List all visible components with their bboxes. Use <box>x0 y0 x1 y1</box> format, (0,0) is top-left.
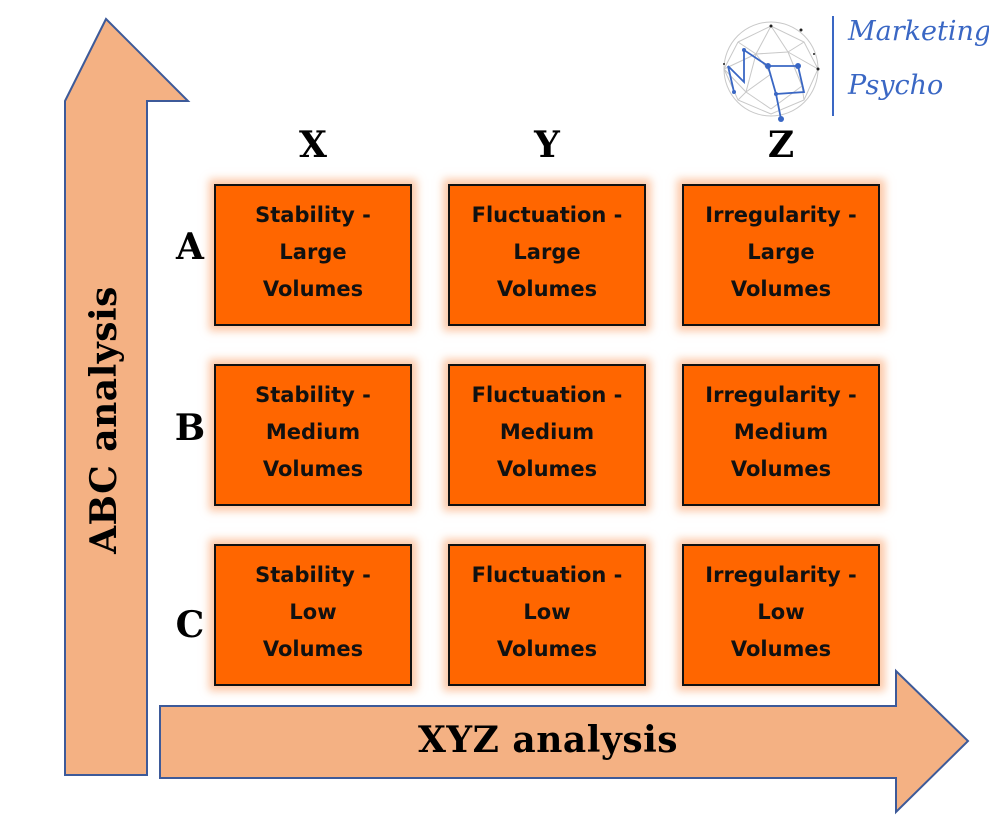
cell-line1: Irregularity - <box>705 382 857 407</box>
matrix-cell-ay: Fluctuation - Large Volumes <box>448 184 646 326</box>
cell-line2: Large <box>279 239 347 264</box>
brand-logo: Marketing Psycho <box>716 14 989 124</box>
matrix-cell-bx: Stability - Medium Volumes <box>214 364 412 506</box>
column-header-y: Y <box>534 124 560 166</box>
column-header-x: X <box>299 124 327 166</box>
abc-axis-label: ABC analysis <box>83 286 125 554</box>
matrix-cell-cx: Stability - Low Volumes <box>214 544 412 686</box>
cell-line3: Volumes <box>262 456 364 481</box>
cell-line2: Low <box>289 599 337 624</box>
cell-line1: Stability - <box>255 562 371 587</box>
logo-text-line1: Marketing <box>848 16 989 47</box>
logo-divider <box>832 16 834 116</box>
cell-line3: Volumes <box>262 636 364 661</box>
matrix-cell-ax: Stability - Large Volumes <box>214 184 412 326</box>
xyz-axis-label: XYZ analysis <box>417 719 679 761</box>
cell-line1: Irregularity - <box>705 202 857 227</box>
matrix-cell-by: Fluctuation - Medium Volumes <box>448 364 646 506</box>
logo-text-line2: Psycho <box>848 70 944 101</box>
cell-line3: Volumes <box>496 456 598 481</box>
cell-line2: Medium <box>499 419 595 444</box>
cell-line3: Volumes <box>496 276 598 301</box>
cell-line3: Volumes <box>496 636 598 661</box>
matrix-cell-cy: Fluctuation - Low Volumes <box>448 544 646 686</box>
cell-line2: Low <box>757 599 805 624</box>
cell-line3: Volumes <box>730 276 832 301</box>
matrix-cell-cz: Irregularity - Low Volumes <box>682 544 880 686</box>
row-header-c: C <box>175 604 205 646</box>
cell-line1: Irregularity - <box>705 562 857 587</box>
cell-line2: Large <box>747 239 815 264</box>
cell-line2: Low <box>523 599 571 624</box>
column-header-z: Z <box>767 124 795 166</box>
cell-line1: Stability - <box>255 382 371 407</box>
cell-line1: Stability - <box>255 202 371 227</box>
geodesic-sphere-icon <box>723 21 820 122</box>
cell-line1: Fluctuation - <box>471 562 623 587</box>
cell-line2: Medium <box>733 419 829 444</box>
cell-line1: Fluctuation - <box>471 202 623 227</box>
cell-line3: Volumes <box>730 636 832 661</box>
cell-line3: Volumes <box>730 456 832 481</box>
cell-line3: Volumes <box>262 276 364 301</box>
cell-line2: Medium <box>265 419 361 444</box>
cell-line1: Fluctuation - <box>471 382 623 407</box>
cell-line2: Large <box>513 239 581 264</box>
row-header-b: B <box>174 407 206 449</box>
matrix-cell-az: Irregularity - Large Volumes <box>682 184 880 326</box>
matrix-cell-bz: Irregularity - Medium Volumes <box>682 364 880 506</box>
row-header-a: A <box>176 226 204 268</box>
